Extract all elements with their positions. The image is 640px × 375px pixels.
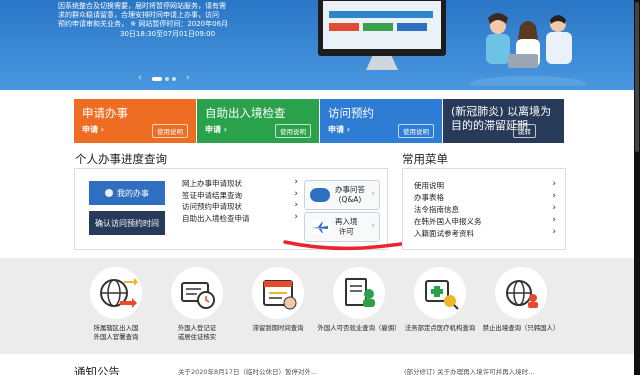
service-label: 禁止出境查询（只韩国人） xyxy=(482,324,560,332)
carousel-dot[interactable] xyxy=(165,77,169,81)
globe-person-icon xyxy=(495,267,547,319)
service-label: 滞留到期时间查询 xyxy=(252,324,304,332)
tile-apply-service[interactable]: 申请办事 申请 › 使用说明 xyxy=(74,99,196,143)
medical-icon xyxy=(414,267,466,319)
monitor-illustration xyxy=(318,0,446,56)
tile-jump-button[interactable]: 跳转 xyxy=(513,124,536,138)
scrollbar-thumb[interactable] xyxy=(635,2,639,152)
progress-link-self-check[interactable]: 自助出入境检查申请 › xyxy=(182,211,298,225)
tile-guide-button[interactable]: 使用说明 xyxy=(152,124,188,138)
carousel-dot-active[interactable] xyxy=(152,77,162,81)
service-label: 所属辖区出入国 外国人官署查询 xyxy=(93,324,139,341)
tile-visit-reservation[interactable]: 访问预约 申请 › 使用说明 xyxy=(320,99,442,143)
tile-apply-link[interactable]: 申请 › xyxy=(82,124,104,135)
chevron-right-icon: › xyxy=(294,177,298,187)
tile-title: 自助出入境检查 xyxy=(205,106,286,120)
red-underline-annotation xyxy=(283,240,403,251)
carousel-next-icon[interactable]: › xyxy=(186,73,190,83)
notice-section-title: 通知公告 xyxy=(74,365,120,375)
calendar-icon xyxy=(252,267,304,319)
airplane-icon xyxy=(310,220,330,234)
menu-link-usage-guide[interactable]: 使用说明 › xyxy=(414,179,556,191)
banner-line-1: 因系统整合及切换需要，届时将暂停网站服务，请有需 xyxy=(58,2,226,10)
chat-bubbles-icon xyxy=(310,188,330,202)
chevron-right-icon: › xyxy=(294,200,298,210)
tile-guide-button[interactable]: 使用说明 xyxy=(398,124,434,138)
id-card-clock-icon xyxy=(171,267,223,319)
progress-link-online-application[interactable]: 网上办事申请现状 › xyxy=(182,177,298,190)
menu-link-naturalization-interview[interactable]: 入籍面试参考资料 › xyxy=(414,227,556,239)
confirm-visit-time-button[interactable]: 确认访问预约时间 xyxy=(89,211,165,235)
progress-link-visit-reservation[interactable]: 访问预约申请现状 › xyxy=(182,200,298,213)
chevron-right-icon: › xyxy=(294,211,298,222)
progress-section-title: 个人办事进度查询 xyxy=(75,152,167,166)
user-icon xyxy=(105,189,113,197)
tile-self-immigration-check[interactable]: 自助出入境检查 申请 › 使用说明 xyxy=(197,99,319,143)
carousel-prev-icon[interactable]: ‹ xyxy=(138,73,142,83)
banner-line-3: 预约申请审和关业务， ※ 网站暂停时间：2020年06月 xyxy=(58,20,229,29)
notice-item[interactable]: 关于2020年8月17日（临时公休日）暂停对外... xyxy=(178,366,317,375)
progress-link-list: 网上办事申请现状 › 签证申请结果查询 › 访问预约申请现状 › 自助出入境检查申请 › xyxy=(182,177,298,225)
monitor-screen xyxy=(323,1,441,49)
service-label: 外国人可否就业查询（雇佣） xyxy=(317,324,401,332)
chevron-right-icon: › xyxy=(552,215,556,225)
menu-link-reporting-duty[interactable]: 在韩外国人申报义务 › xyxy=(414,215,556,227)
carousel-dot[interactable] xyxy=(172,77,176,81)
chevron-right-icon: › xyxy=(371,221,375,231)
hero-banner[interactable]: 因系统整合及切换需要，届时将暂停网站服务，请有需 求的群众稳请留意，合理安排时间… xyxy=(0,0,634,90)
progress-link-visa-result[interactable]: 签证申请结果查询 › xyxy=(182,188,298,202)
tile-covid-stay-extension[interactable]: (新冠肺炎) 以离境为目的的滞留延期 跳转 xyxy=(443,99,564,143)
banner-line-4: 30日18:30至07月01日09:00 xyxy=(120,29,216,38)
chevron-right-icon: › xyxy=(552,227,556,237)
carousel-indicator[interactable]: ‹ › xyxy=(138,73,198,83)
menu-link-law-guide[interactable]: 法令指南信息 › xyxy=(414,203,556,215)
document-person-icon xyxy=(333,267,385,319)
tile-title: (新冠肺炎) 以离境为目的的滞留延期 xyxy=(451,105,552,132)
notice-item[interactable]: (部分修订) 关于办理再入境许可并再入境时... xyxy=(404,366,534,375)
tile-guide-button[interactable]: 使用说明 xyxy=(275,124,311,138)
service-label: 法务部定点医疗机构查询 xyxy=(404,324,476,332)
tile-apply-link[interactable]: 申请 › xyxy=(205,124,227,135)
tile-apply-link[interactable]: 申请 › xyxy=(328,124,350,135)
service-label: 外国人登记证 或居住证核实 xyxy=(177,324,217,341)
tile-title: 访问预约 xyxy=(328,106,374,120)
my-affairs-button[interactable]: 我的办事 xyxy=(89,181,165,205)
scrollbar[interactable] xyxy=(634,0,640,375)
banner-notice-text: 因系统整合及切换需要，届时将暂停网站服务，请有需 求的群众稳请留意，合理安排时间… xyxy=(58,2,242,39)
chevron-right-icon: › xyxy=(552,179,556,189)
page: 因系统整合及切换需要，届时将暂停网站服务，请有需 求的群众稳请留意，合理安排时间… xyxy=(0,0,634,375)
chevron-right-icon: › xyxy=(294,188,298,199)
tile-title: 申请办事 xyxy=(82,106,128,120)
people-illustration xyxy=(470,13,586,86)
menu-link-forms[interactable]: 办事表格 › xyxy=(414,191,556,203)
globe-arrows-icon xyxy=(90,267,142,319)
monitor-stand xyxy=(366,56,398,70)
menu-section-title: 常用菜单 xyxy=(402,152,448,166)
chevron-right-icon: › xyxy=(552,191,556,201)
qa-button[interactable]: 办事问答 (Q&A) › xyxy=(304,180,380,210)
chevron-right-icon: › xyxy=(552,203,556,213)
chevron-right-icon: › xyxy=(371,189,375,199)
